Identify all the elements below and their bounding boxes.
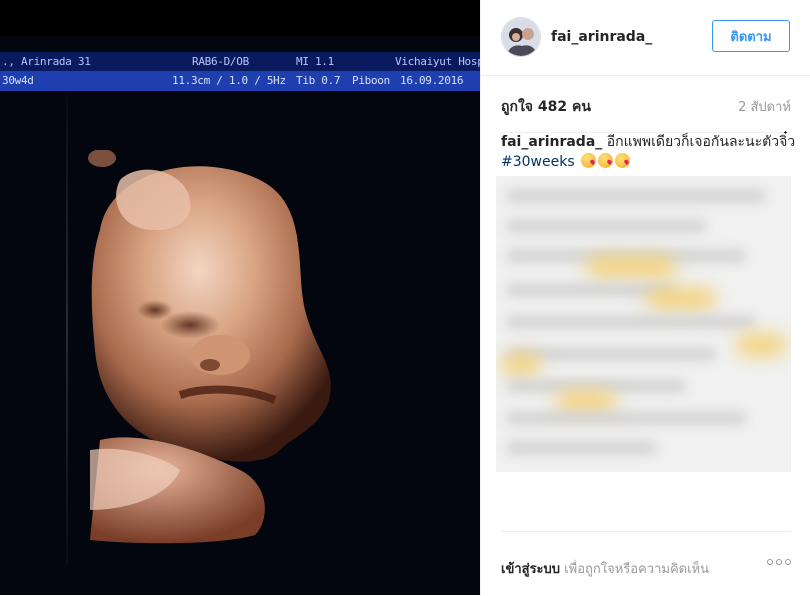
caption-text: อีกแพพเดียวก็เจอกันละนะตัวจิ๋ว: [606, 134, 796, 150]
scan-boundary: [66, 95, 68, 565]
avatar-photo-icon: [502, 18, 540, 56]
caption-username[interactable]: fai_arinrada_: [501, 134, 602, 150]
ultrasound-header-bottom: 30w4d 11.3cm / 1.0 / 5Hz Tib 0.7 Piboon …: [0, 71, 480, 91]
caption: fai_arinrada_ อีกแพพเดียวก็เจอกันละนะตัว…: [501, 132, 796, 172]
post-header: fai_arinrada_ ติดตาม: [481, 0, 810, 76]
mi-label: MI 1.1: [296, 55, 334, 68]
kiss-emoji-icon: [598, 153, 614, 168]
post-time[interactable]: 2 สัปดาห์: [738, 96, 791, 117]
login-prompt: เข้าสู่ระบบ เพื่อถูกใจหรือความคิดเห็น: [501, 558, 709, 579]
fetus-3d-render: [88, 150, 331, 544]
comment-bar: เข้าสู่ระบบ เพื่อถูกใจหรือความคิดเห็น: [501, 531, 791, 596]
more-options-icon[interactable]: [767, 559, 791, 565]
hospital-label: Vichaiyut Hosp: [395, 55, 480, 68]
operator-label: Piboon: [352, 74, 390, 87]
likes-row: ถูกใจ 482 คน 2 สัปดาห์: [501, 92, 791, 133]
kiss-emoji-icon: [581, 153, 597, 168]
post-sidebar: fai_arinrada_ ติดตาม ถูกใจ 482 คน 2 สัปด…: [480, 0, 810, 595]
hashtag-link[interactable]: #30weeks: [501, 154, 575, 170]
login-link[interactable]: เข้าสู่ระบบ: [501, 562, 560, 577]
scan-date: 16.09.2016: [400, 74, 464, 87]
follow-button[interactable]: ติดตาม: [712, 20, 790, 52]
login-prompt-text: เพื่อถูกใจหรือความคิดเห็น: [564, 562, 709, 577]
probe-label: RAB6-D/OB: [192, 55, 249, 68]
post-photo[interactable]: ., Arinrada 31 RAB6-D/OB MI 1.1 Vichaiyu…: [0, 0, 480, 595]
avatar[interactable]: [501, 17, 541, 57]
patient-name: ., Arinrada 31: [2, 55, 91, 68]
tib-label: Tib 0.7: [296, 74, 341, 87]
blurred-comments: [496, 176, 791, 472]
username[interactable]: fai_arinrada_: [551, 29, 652, 45]
gestational-age: 30w4d: [2, 74, 34, 87]
likes-count[interactable]: ถูกใจ 482 คน: [501, 96, 591, 118]
ultrasound-header-top: ., Arinrada 31 RAB6-D/OB MI 1.1 Vichaiyu…: [0, 52, 480, 71]
kiss-emoji-icon: [615, 153, 631, 168]
depth-label: 11.3cm / 1.0 / 5Hz: [172, 74, 286, 87]
